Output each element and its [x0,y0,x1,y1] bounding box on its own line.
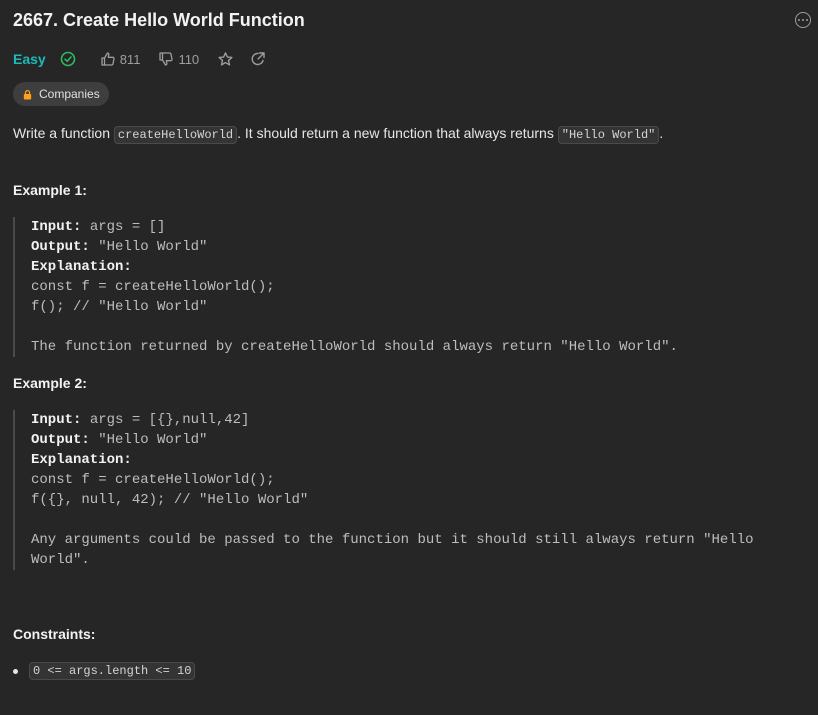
example-2-note: Any arguments could be passed to the fun… [31,532,754,568]
thumbs-down-icon [159,52,174,66]
companies-tag[interactable]: Companies [13,82,109,106]
check-circle-icon [60,51,76,67]
constraints-heading: Constraints: [13,626,96,642]
lock-icon [23,89,32,100]
example-2-heading: Example 2: [13,375,87,391]
bullet [13,668,18,674]
more-icon[interactable] [795,12,811,28]
dislike-count: 110 [178,51,200,67]
example-2-block: Input: args = [{},null,42] Output: "Hell… [13,410,761,570]
share-icon[interactable] [250,51,266,67]
page-title: 2667. Create Hello World Function [13,10,305,30]
like-count: 811 [119,51,141,67]
inline-code: 0 <= args.length <= 10 [29,662,196,680]
problem-meta: Easy 811 110 [13,48,266,70]
problem-description: Write a function createHelloWorld. It sh… [13,125,664,144]
like-button[interactable]: 811 [100,51,141,67]
thumbs-up-icon [101,52,115,66]
dislike-button[interactable]: 110 [158,51,199,67]
inline-code: createHelloWorld [113,126,238,144]
example-1-note: The function returned by createHelloWorl… [31,339,678,355]
inline-code: "Hello World" [557,126,660,144]
difficulty-badge: Easy [13,51,46,67]
example-1-block: Input: args = [] Output: "Hello World" E… [13,217,678,357]
constraint-item: 0 <= args.length <= 10 [13,662,196,680]
example-1-heading: Example 1: [13,182,87,198]
star-icon[interactable] [217,51,234,68]
companies-label: Companies [39,87,100,101]
